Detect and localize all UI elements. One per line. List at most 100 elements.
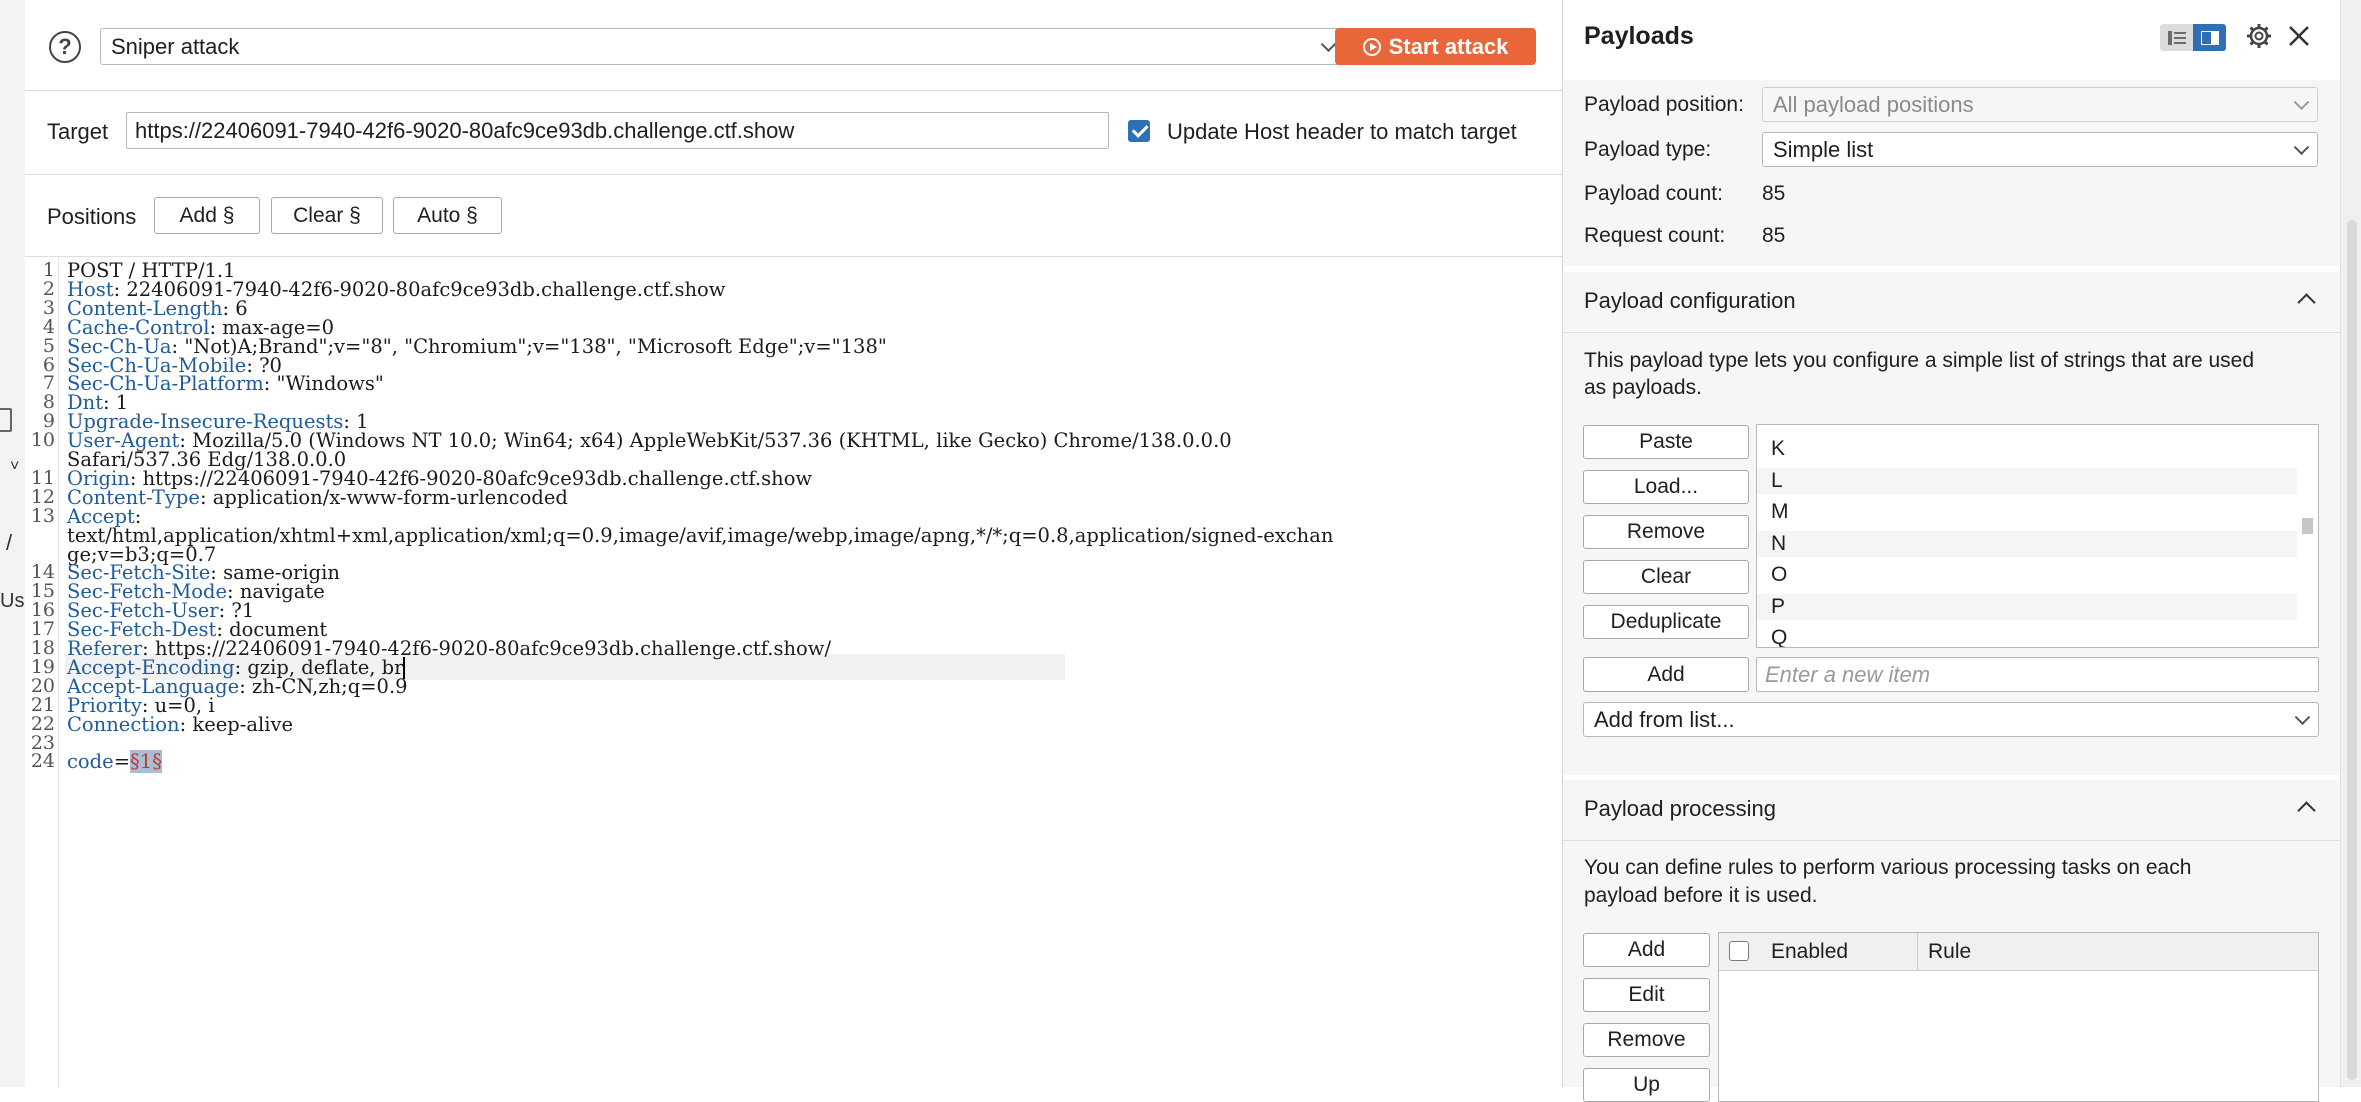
request-count-value: 85 (1762, 224, 1786, 247)
add-from-list-label: Add from list... (1594, 706, 1735, 732)
payload-configuration-description: This payload type lets you configure a s… (1584, 349, 2255, 372)
attack-type-value: Sniper attack (111, 33, 240, 59)
divider (1563, 332, 2340, 333)
paste-button[interactable]: Paste (1583, 425, 1749, 459)
column-divider (1917, 933, 1918, 970)
attack-type-select[interactable]: Sniper attack (100, 28, 1345, 65)
background-window-edge: ˅ / Us (0, 0, 26, 1087)
start-attack-button[interactable]: Start attack (1335, 28, 1536, 65)
payload-processing-description: payload before it is used. (1584, 884, 1818, 907)
load-button[interactable]: Load... (1583, 470, 1749, 504)
payload-processing-description: You can define rules to perform various … (1584, 856, 2192, 879)
update-host-label: Update Host header to match target (1167, 119, 1517, 144)
chevron-down-icon (1320, 35, 1337, 52)
list-item[interactable]: O (1771, 563, 1787, 587)
new-item-input[interactable]: Enter a new item (1756, 657, 2319, 692)
header-name: code (67, 750, 114, 774)
list-item[interactable]: L (1771, 469, 1783, 493)
list-stripe (1757, 468, 2297, 494)
code-line[interactable]: Connection: keep-alive (67, 713, 293, 736)
remove-button[interactable]: Remove (1583, 515, 1749, 549)
payload-count-label: Payload count: (1584, 182, 1723, 205)
line-number: 24 (30, 750, 55, 773)
auto-marker-button[interactable]: Auto § (393, 197, 502, 234)
code-line[interactable]: code=§1§ (67, 750, 162, 774)
header-value: : application/x-www-form-urlencoded (199, 485, 568, 509)
enabled-header-checkbox[interactable] (1729, 941, 1749, 961)
list-item[interactable]: K (1771, 437, 1785, 461)
close-icon[interactable] (2283, 20, 2315, 52)
edit-rule-button[interactable]: Edit (1583, 978, 1710, 1012)
header-value: : keep-alive (179, 712, 294, 736)
payload-count-value: 85 (1762, 182, 1786, 205)
header-value: : zh-CN,zh;q=0.9 (239, 674, 408, 698)
layout-list-icon[interactable] (2160, 24, 2193, 51)
payload-type-value: Simple list (1773, 136, 1874, 162)
payloads-title: Payloads (1584, 22, 1694, 50)
payload-configuration-description: as payloads. (1584, 376, 1702, 399)
payload-processing-title: Payload processing (1584, 796, 1777, 821)
target-label: Target (47, 119, 109, 144)
column-enabled[interactable]: Enabled (1771, 940, 1848, 964)
list-scrollbar[interactable] (2302, 518, 2313, 534)
up-rule-label: Up (1633, 1073, 1660, 1096)
payload-position-marker[interactable]: §1§ (130, 750, 162, 774)
list-item[interactable]: Q (1771, 626, 1787, 647)
add-rule-button[interactable]: Add (1583, 933, 1710, 967)
list-stripe (1757, 531, 2297, 557)
add-item-button[interactable]: Add (1583, 657, 1749, 692)
code-line[interactable]: Content-Type: application/x-www-form-url… (67, 486, 568, 509)
divider (25, 174, 1562, 175)
panel-scrollbar-thumb[interactable] (2347, 220, 2357, 1080)
new-item-placeholder: Enter a new item (1765, 661, 1931, 687)
positions-label: Positions (47, 204, 137, 229)
checkmark-icon (1131, 120, 1149, 138)
up-rule-button[interactable]: Up (1583, 1068, 1710, 1102)
line-number: 10 (30, 429, 55, 452)
column-rule[interactable]: Rule (1928, 940, 1971, 964)
list-item[interactable]: P (1771, 595, 1785, 619)
line-number: 13 (30, 504, 55, 527)
payload-position-value: All payload positions (1773, 91, 1974, 117)
gear-icon[interactable] (2243, 20, 2275, 52)
payload-type-select[interactable]: Simple list (1762, 132, 2318, 167)
divider (25, 90, 1562, 91)
add-marker-button[interactable]: Add § (154, 197, 260, 234)
header-value: : "Windows" (263, 372, 384, 396)
edge-chevron-fragment: ˅ (10, 458, 20, 475)
header-value: = (113, 750, 131, 774)
request-count-label: Request count: (1584, 224, 1726, 247)
payload-type-label: Payload type: (1584, 138, 1712, 161)
remove-rule-button[interactable]: Remove (1583, 1023, 1710, 1057)
chevron-down-icon (2293, 138, 2310, 155)
update-host-checkbox[interactable] (1128, 120, 1150, 142)
clear-button[interactable]: Clear (1583, 560, 1749, 594)
deduplicate-button[interactable]: Deduplicate (1583, 605, 1749, 639)
chevron-down-icon (2293, 93, 2310, 110)
code-line[interactable]: text/html,application/xhtml+xml,applicat… (67, 524, 1333, 547)
line-number-gutter: 1 2 3 4 5 6 7 8 9 10 11 12 13 14 15 16 17 18 19 20 21 22 23 24 (25, 256, 59, 1087)
add-from-list-select[interactable]: Add from list... (1583, 702, 2319, 737)
request-editor[interactable]: 1 2 3 4 5 6 7 8 9 10 11 12 13 14 15 16 17 18 19 20 21 22 23 24 … (25, 256, 1562, 1087)
header-name: Connection (67, 712, 180, 736)
chevron-down-icon (2294, 708, 2311, 725)
list-item[interactable]: N (1771, 532, 1786, 556)
play-circle-icon (1362, 37, 1381, 56)
payload-position-label: Payload position: (1584, 93, 1744, 116)
header-value: text/html,application/xhtml+xml,applicat… (67, 523, 1334, 547)
divider (1563, 840, 2340, 841)
processing-rules-table[interactable]: Enabled Rule (1718, 932, 2319, 1102)
payload-list[interactable]: | K L M N O P Q (1756, 424, 2319, 648)
question-circle-icon[interactable]: ? (49, 31, 81, 63)
layout-split-icon[interactable] (2193, 24, 2226, 51)
payloads-panel: Payloads Payload position: All payload p… (1562, 0, 2361, 1102)
list-stripe (1757, 594, 2297, 620)
edge-checkbox-fragment (0, 408, 12, 432)
clear-marker-button[interactable]: Clear § (271, 197, 383, 234)
edge-text-fragment: / (6, 530, 13, 555)
target-url-input[interactable]: https://22406091-7940-42f6-9020-80afc9ce… (126, 112, 1109, 149)
list-item[interactable]: M (1771, 500, 1789, 524)
edge-text-fragment: Us (0, 590, 25, 612)
start-attack-label: Start attack (1388, 33, 1509, 59)
payload-configuration-title: Payload configuration (1584, 288, 1796, 313)
